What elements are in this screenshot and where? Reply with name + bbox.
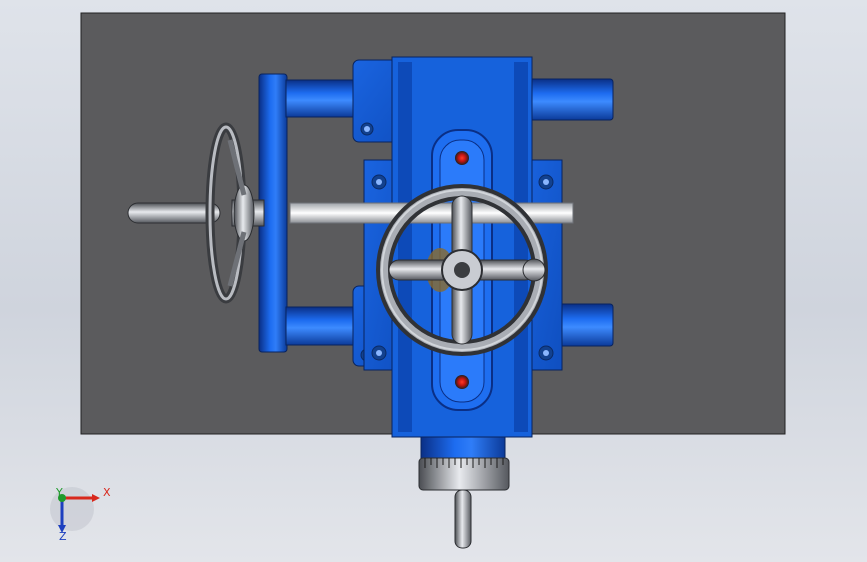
y-axis-label: Y xyxy=(56,486,63,499)
front-handwheel[interactable] xyxy=(376,184,548,356)
dial-shaft[interactable] xyxy=(454,489,472,549)
z-axis-label: Z xyxy=(59,530,67,543)
graduated-dial-icon[interactable] xyxy=(418,457,510,491)
x-axis-label: X xyxy=(103,486,111,499)
handwheel-knob[interactable] xyxy=(522,258,546,282)
graphics-viewport[interactable]: X Y Z xyxy=(0,0,867,562)
left-frame-rod-upper xyxy=(285,79,361,118)
left-frame-rod-lower xyxy=(285,306,361,346)
lubrication-port-lower xyxy=(455,375,469,389)
lubrication-port-upper xyxy=(455,151,469,165)
dial-collar xyxy=(420,436,506,460)
